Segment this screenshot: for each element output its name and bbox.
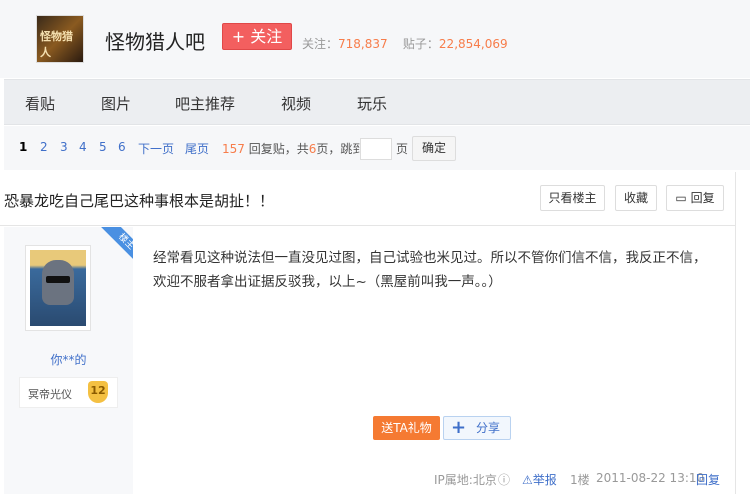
forum-header: 怪物猎人 怪物猎人吧 + 关注 关注：718,837 贴子：22,854,069 [0,0,750,78]
page-label: 页 [396,142,409,156]
op-badge: 楼主 [97,227,133,263]
share-label: 分享 [476,421,501,435]
forum-stats: 关注：718,837 贴子：22,854,069 [302,35,508,52]
page-1: 1 [19,140,28,154]
page-3[interactable]: 3 [60,140,68,154]
level-badge: 12 [88,381,108,403]
page-2[interactable]: 2 [40,140,48,154]
page-unit: 页，跳到 [316,142,365,156]
send-gift-button[interactable]: 送TA礼物 [373,416,440,440]
forum-logo[interactable]: 怪物猎人 [36,15,84,63]
post-reply-link[interactable]: 回复 [696,471,720,488]
nav-recommended[interactable]: 吧主推荐 [175,93,235,114]
follow-button[interactable]: + 关注 [222,23,292,50]
page-5[interactable]: 5 [99,140,107,154]
nav-view-posts[interactable]: 看贴 [25,93,55,114]
comment-icon: ▭ [675,191,691,205]
nav-videos[interactable]: 视频 [281,93,311,114]
report-label: 举报 [532,473,557,487]
reply-count: 157 [222,142,245,156]
forum-name[interactable]: 怪物猎人吧 [105,26,205,55]
thread-title-bar: 恐暴龙吃自己尾巴这种事根本是胡扯！！ 只看楼主 收藏 ▭ 回复 [0,172,735,226]
plus-icon: + [451,417,467,438]
only-op-button[interactable]: 只看楼主 [540,185,605,211]
nav-pictures[interactable]: 图片 [101,93,131,114]
last-page-link[interactable]: 尾页 [185,140,209,157]
pagination: 1 2 3 4 5 6 下一页 尾页 157 回复贴，共6页，跳到 页 确定 [4,126,750,170]
reply-summary: 157 回复贴，共6页，跳到 [222,140,364,157]
nav-fun[interactable]: 玩乐 [357,93,387,114]
reply-label: 回复 [690,191,715,205]
warning-icon: ⚠ [522,473,533,487]
share-button[interactable]: + 分享 [443,416,511,440]
forum-nav: 看贴 图片 吧主推荐 视频 玩乐 [4,79,750,125]
followers-label: 关注： [302,37,339,51]
help-icon[interactable]: ⓘ [498,471,510,488]
avatar[interactable] [25,245,91,331]
page-6[interactable]: 6 [118,140,126,154]
reply-suffix: 回复贴，共 [248,142,309,156]
username-link[interactable]: 你**的 [4,351,133,368]
posts-label: 贴子： [402,37,439,51]
thread-title: 恐暴龙吃自己尾巴这种事根本是胡扯！！ [4,192,275,210]
post-content: 经常看见这种说法但一直没见过图，自己试验也米见过。所以不管你们信不信，我反正不信… [153,250,707,290]
confirm-button[interactable]: 确定 [412,136,456,161]
report-link[interactable]: ⚠举报 [522,471,557,488]
ip-location: IP属地:北京 [434,473,497,487]
next-page-link[interactable]: 下一页 [138,140,174,157]
reply-button[interactable]: ▭ 回复 [666,185,724,211]
rank-title: 冥帝光仪 [28,388,72,401]
post-time: 2011-08-22 13:10 [596,471,705,485]
op-badge-label: 楼主 [97,227,133,263]
jump-page-input[interactable] [360,138,392,160]
page-4[interactable]: 4 [79,140,87,154]
logo-text: 怪物猎人 [40,30,73,59]
user-rank[interactable]: 冥帝光仪 12 [19,377,118,408]
favorite-button[interactable]: 收藏 [615,185,657,211]
followers-count: 718,837 [338,37,388,51]
floor-number: 1楼 [570,473,590,487]
posts-count: 22,854,069 [438,37,508,51]
author-sidebar: 你**的 冥帝光仪 12 [4,227,133,494]
divider [735,172,736,494]
